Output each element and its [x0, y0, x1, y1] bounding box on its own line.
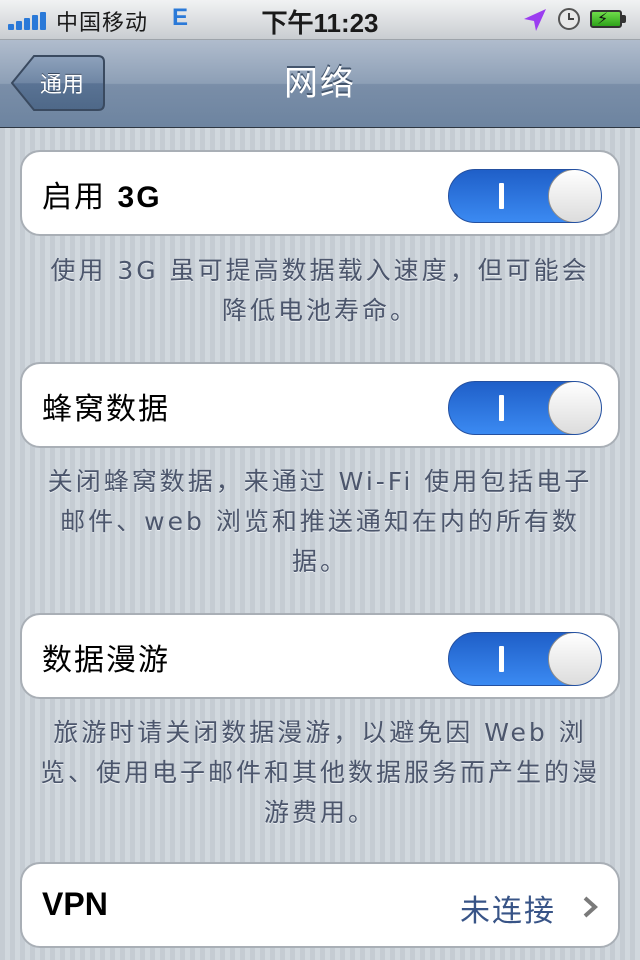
data-roaming-cell: 数据漫游: [20, 613, 620, 699]
enable-3g-switch[interactable]: [448, 169, 602, 223]
data-roaming-footer: 旅游时请关闭数据漫游，以避免因 Web 浏览、使用电子邮件和其他数据服务而产生的…: [40, 718, 601, 827]
status-bar: 中国移动 E 下午11:23 ⚡: [0, 0, 640, 40]
data-roaming-label: 数据漫游: [42, 643, 170, 678]
cellular-data-cell: 蜂窝数据: [20, 362, 620, 448]
vpn-status: 未连接: [460, 894, 556, 929]
clock-icon: [558, 8, 580, 30]
page-title: 网络: [284, 64, 356, 104]
cellular-data-label: 蜂窝数据: [42, 392, 170, 427]
vpn-label: VPN: [42, 886, 108, 922]
navigation-bar: 通用 网络: [0, 40, 640, 128]
enable-3g-footer: 使用 3G 虽可提高数据载入速度，但可能会降低电池寿命。: [50, 256, 590, 325]
vpn-cell[interactable]: VPN 未连接: [20, 862, 620, 948]
data-roaming-switch[interactable]: [448, 632, 602, 686]
chevron-right-icon: [583, 896, 598, 918]
location-icon: [524, 9, 546, 31]
enable-3g-cell: 启用 3G: [20, 150, 620, 236]
battery-charging-icon: ⚡: [590, 9, 628, 30]
enable-3g-label: 启用 3G: [42, 180, 162, 215]
cellular-data-switch[interactable]: [448, 381, 602, 435]
cellular-data-footer: 关闭蜂窝数据，来通过 Wi-Fi 使用包括电子邮件、web 浏览和推送通知在内的…: [47, 467, 593, 576]
